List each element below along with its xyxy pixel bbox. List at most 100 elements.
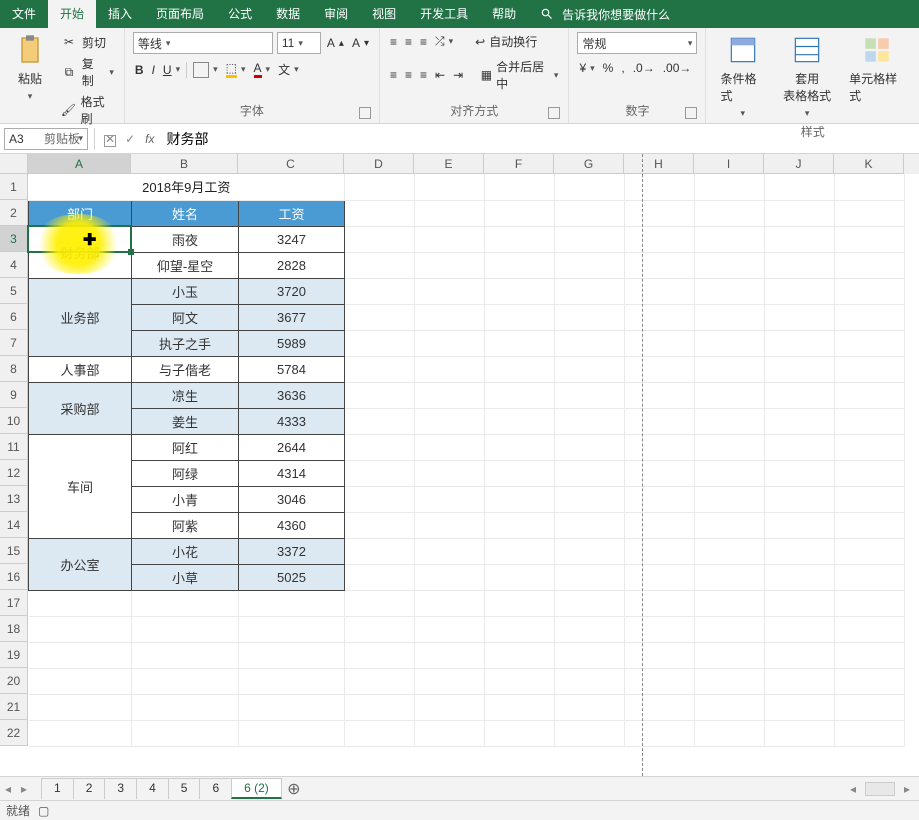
data-cell[interactable]: 3372 bbox=[239, 538, 345, 564]
data-cell[interactable]: 3720 bbox=[239, 278, 345, 304]
select-all-triangle[interactable] bbox=[0, 154, 28, 174]
wrap-text-button[interactable]: ↩自动换行 bbox=[473, 32, 539, 51]
font-color-button[interactable]: A▾ bbox=[252, 60, 273, 79]
data-cell[interactable]: 4360 bbox=[239, 512, 345, 538]
row-header-17[interactable]: 17 bbox=[0, 590, 28, 616]
data-cell[interactable]: 阿文 bbox=[132, 304, 239, 330]
table-header[interactable]: 姓名 bbox=[132, 200, 239, 226]
col-header-F[interactable]: F bbox=[484, 154, 554, 174]
decrease-font-button[interactable]: A▾ bbox=[350, 35, 371, 51]
col-header-B[interactable]: B bbox=[131, 154, 238, 174]
align-top-button[interactable]: ≡ bbox=[388, 34, 399, 50]
hscroll-track[interactable] bbox=[865, 782, 895, 796]
conditional-format-button[interactable]: 条件格式▾ bbox=[714, 32, 771, 121]
dialog-launcher-icon[interactable] bbox=[685, 107, 697, 119]
row-header-13[interactable]: 13 bbox=[0, 486, 28, 512]
row-header-15[interactable]: 15 bbox=[0, 538, 28, 564]
new-sheet-button[interactable]: ⊕ bbox=[282, 779, 306, 799]
fill-color-button[interactable]: ⬚▾ bbox=[224, 60, 248, 79]
decrease-indent-button[interactable]: ⇤ bbox=[433, 67, 447, 83]
number-format-combo[interactable]: 常规▾ bbox=[577, 32, 697, 54]
column-headers[interactable]: ABCDEFGHIJK bbox=[28, 154, 919, 174]
dept-cell[interactable]: 业务部 bbox=[29, 278, 132, 356]
enter-formula-icon[interactable]: ✓ bbox=[125, 132, 135, 146]
cell-style-button[interactable]: 单元格样式 bbox=[843, 32, 911, 106]
font-family-combo[interactable]: 等线▾ bbox=[133, 32, 273, 54]
dept-cell[interactable]: 财务部 bbox=[29, 226, 132, 278]
row-header-22[interactable]: 22 bbox=[0, 720, 28, 746]
dept-cell[interactable]: 办公室 bbox=[29, 538, 132, 590]
bold-button[interactable]: B bbox=[133, 62, 146, 78]
row-header-4[interactable]: 4 bbox=[0, 252, 28, 278]
row-header-14[interactable]: 14 bbox=[0, 512, 28, 538]
macro-record-icon[interactable]: ▢ bbox=[38, 804, 49, 818]
data-cell[interactable]: 4314 bbox=[239, 460, 345, 486]
row-header-16[interactable]: 16 bbox=[0, 564, 28, 590]
row-header-6[interactable]: 6 bbox=[0, 304, 28, 330]
dept-cell[interactable]: 车间 bbox=[29, 434, 132, 538]
data-cell[interactable]: 小花 bbox=[132, 538, 239, 564]
row-header-2[interactable]: 2 bbox=[0, 200, 28, 226]
dialog-launcher-icon[interactable] bbox=[359, 107, 371, 119]
data-cell[interactable]: 阿紫 bbox=[132, 512, 239, 538]
align-center-button[interactable]: ≡ bbox=[403, 67, 414, 83]
col-header-C[interactable]: C bbox=[238, 154, 344, 174]
orientation-button[interactable]: ⤮▾ bbox=[433, 33, 455, 50]
data-cell[interactable]: 3636 bbox=[239, 382, 345, 408]
table-title[interactable]: 2018年9月工资 bbox=[29, 174, 345, 200]
row-header-21[interactable]: 21 bbox=[0, 694, 28, 720]
tab-帮助[interactable]: 帮助 bbox=[480, 0, 528, 28]
table-header[interactable]: 工资 bbox=[239, 200, 345, 226]
row-header-20[interactable]: 20 bbox=[0, 668, 28, 694]
data-cell[interactable]: 仰望-星空 bbox=[132, 252, 239, 278]
hscroll-right[interactable]: ▸ bbox=[899, 782, 915, 796]
sheet-tab[interactable]: 1 bbox=[41, 778, 74, 799]
data-cell[interactable]: 雨夜 bbox=[132, 226, 239, 252]
worksheet-area[interactable]: ABCDEFGHIJK 1234567891011121314151617181… bbox=[0, 154, 919, 776]
row-header-5[interactable]: 5 bbox=[0, 278, 28, 304]
row-header-7[interactable]: 7 bbox=[0, 330, 28, 356]
col-header-H[interactable]: H bbox=[624, 154, 694, 174]
row-header-18[interactable]: 18 bbox=[0, 616, 28, 642]
data-cell[interactable]: 2828 bbox=[239, 252, 345, 278]
data-cell[interactable]: 3677 bbox=[239, 304, 345, 330]
font-size-combo[interactable]: 11▾ bbox=[277, 32, 321, 54]
data-cell[interactable]: 5784 bbox=[239, 356, 345, 382]
data-cell[interactable]: 姜生 bbox=[132, 408, 239, 434]
sheet-tab[interactable]: 6 (2) bbox=[231, 778, 282, 799]
data-cell[interactable]: 2644 bbox=[239, 434, 345, 460]
row-headers[interactable]: 12345678910111213141516171819202122 bbox=[0, 174, 28, 746]
sheet-tab[interactable]: 5 bbox=[168, 778, 201, 799]
col-header-K[interactable]: K bbox=[834, 154, 904, 174]
sheet-tab[interactable]: 4 bbox=[136, 778, 169, 799]
format-as-table-button[interactable]: 套用 表格格式▾ bbox=[777, 32, 837, 121]
increase-font-button[interactable]: A▴ bbox=[325, 35, 346, 51]
col-header-E[interactable]: E bbox=[414, 154, 484, 174]
borders-button[interactable]: ▾ bbox=[191, 61, 220, 79]
data-cell[interactable]: 小草 bbox=[132, 564, 239, 590]
row-header-1[interactable]: 1 bbox=[0, 174, 28, 200]
tell-me-search[interactable]: 告诉我你想要做什么 bbox=[528, 5, 680, 23]
fx-icon[interactable]: fx bbox=[145, 132, 154, 146]
tab-插入[interactable]: 插入 bbox=[96, 0, 144, 28]
row-header-12[interactable]: 12 bbox=[0, 460, 28, 486]
row-header-9[interactable]: 9 bbox=[0, 382, 28, 408]
data-cell[interactable]: 小玉 bbox=[132, 278, 239, 304]
data-cell[interactable]: 4333 bbox=[239, 408, 345, 434]
data-cell[interactable]: 3247 bbox=[239, 226, 345, 252]
copy-button[interactable]: ⧉复制▾ bbox=[58, 54, 116, 90]
decrease-decimal-button[interactable]: .00→ bbox=[661, 60, 694, 76]
dialog-launcher-icon[interactable] bbox=[548, 107, 560, 119]
sheet-tab[interactable]: 6 bbox=[199, 778, 232, 799]
row-header-19[interactable]: 19 bbox=[0, 642, 28, 668]
tab-nav-next[interactable]: ▸ bbox=[16, 782, 32, 796]
data-cell[interactable]: 5025 bbox=[239, 564, 345, 590]
italic-button[interactable]: I bbox=[150, 62, 157, 78]
row-header-10[interactable]: 10 bbox=[0, 408, 28, 434]
sheet-tab[interactable]: 2 bbox=[73, 778, 106, 799]
data-cell[interactable]: 5989 bbox=[239, 330, 345, 356]
increase-decimal-button[interactable]: .0→ bbox=[631, 60, 657, 76]
tab-页面布局[interactable]: 页面布局 bbox=[144, 0, 216, 28]
data-cell[interactable]: 凉生 bbox=[132, 382, 239, 408]
align-middle-button[interactable]: ≡ bbox=[403, 34, 414, 50]
